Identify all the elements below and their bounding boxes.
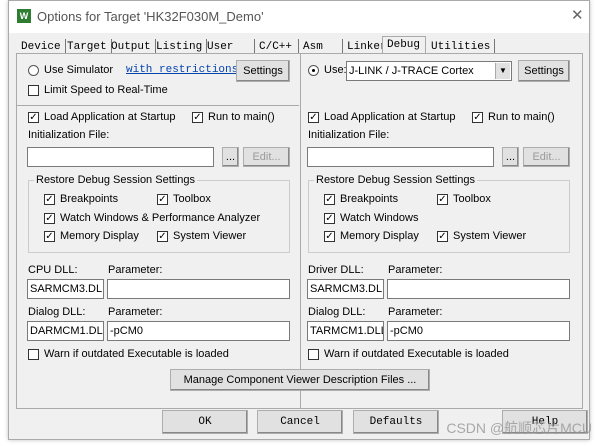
right-breakpoints-label: Breakpoints bbox=[340, 193, 399, 205]
warn-outdated-checkbox[interactable] bbox=[28, 349, 39, 360]
use-label: Use: bbox=[324, 64, 347, 76]
limit-speed-checkbox[interactable] bbox=[28, 85, 39, 96]
run-to-main-checkbox[interactable]: ✓ bbox=[192, 112, 203, 123]
right-memory-display-checkbox[interactable]: ✓ bbox=[324, 231, 335, 242]
use-driver-radio[interactable] bbox=[308, 65, 319, 76]
right-dialog-dll-input[interactable]: TARMCM1.DLL bbox=[307, 321, 384, 341]
system-viewer-label: System Viewer bbox=[173, 230, 247, 242]
breakpoints-checkbox[interactable]: ✓ bbox=[44, 194, 55, 205]
app-icon: W bbox=[17, 9, 31, 23]
breakpoints-label: Breakpoints bbox=[60, 193, 119, 205]
init-file-browse-button[interactable]: ... bbox=[222, 147, 239, 167]
right-watch-windows-checkbox[interactable]: ✓ bbox=[324, 213, 335, 224]
defaults-button[interactable]: Defaults bbox=[353, 410, 439, 434]
right-breakpoints-checkbox[interactable]: ✓ bbox=[324, 194, 335, 205]
load-app-label: Load Application at Startup bbox=[44, 111, 176, 123]
init-file-label: Initialization File: bbox=[28, 129, 110, 141]
right-toolbox-label: Toolbox bbox=[453, 193, 491, 205]
right-memory-display-label: Memory Display bbox=[340, 230, 419, 242]
right-dialog-parameter-label: Parameter: bbox=[388, 306, 443, 318]
right-restore-settings-title: Restore Debug Session Settings bbox=[314, 174, 477, 186]
dialog-dll-label: Dialog DLL: bbox=[28, 306, 86, 318]
right-watch-windows-label: Watch Windows bbox=[340, 212, 419, 224]
right-run-to-main-checkbox[interactable]: ✓ bbox=[472, 112, 483, 123]
right-load-app-checkbox[interactable]: ✓ bbox=[308, 112, 319, 123]
dialog-parameter-input[interactable]: -pCM0 bbox=[107, 321, 290, 341]
cpu-dll-input[interactable]: SARMCM3.DLL bbox=[27, 279, 104, 299]
close-icon[interactable]: ✕ bbox=[571, 6, 584, 24]
dialog-parameter-label: Parameter: bbox=[108, 306, 163, 318]
right-init-file-browse-button[interactable]: ... bbox=[502, 147, 519, 167]
chevron-down-icon[interactable]: ▼ bbox=[495, 63, 510, 79]
init-file-input[interactable] bbox=[27, 147, 214, 167]
memory-display-label: Memory Display bbox=[60, 230, 139, 242]
use-simulator-radio[interactable] bbox=[28, 65, 39, 76]
manage-component-viewer-button[interactable]: Manage Component Viewer Description File… bbox=[170, 369, 430, 391]
init-file-edit-button[interactable]: Edit... bbox=[243, 147, 290, 167]
right-warn-outdated-checkbox[interactable] bbox=[308, 349, 319, 360]
with-restrictions-link[interactable]: with restrictions bbox=[126, 64, 238, 76]
right-toolbox-checkbox[interactable]: ✓ bbox=[437, 194, 448, 205]
driver-parameter-label: Parameter: bbox=[388, 264, 443, 276]
driver-select[interactable]: J-LINK / J-TRACE Cortex ▼ bbox=[346, 61, 512, 81]
right-dialog-parameter-input[interactable]: -pCM0 bbox=[387, 321, 570, 341]
memory-display-checkbox[interactable]: ✓ bbox=[44, 231, 55, 242]
driver-dll-label: Driver DLL: bbox=[308, 264, 364, 276]
window-title: Options for Target 'HK32F030M_Demo' bbox=[37, 9, 264, 24]
driver-parameter-input[interactable] bbox=[387, 279, 570, 299]
toolbox-label: Toolbox bbox=[173, 193, 211, 205]
right-init-file-input[interactable] bbox=[307, 147, 494, 167]
simulator-settings-button[interactable]: Settings bbox=[236, 60, 290, 82]
title-bar: W Options for Target 'HK32F030M_Demo' ✕ bbox=[9, 1, 589, 33]
cpu-dll-label: CPU DLL: bbox=[28, 264, 78, 276]
warn-outdated-label: Warn if outdated Executable is loaded bbox=[44, 348, 229, 360]
right-dialog-dll-label: Dialog DLL: bbox=[308, 306, 366, 318]
watermark: CSDN @航顺芯片MCU bbox=[446, 420, 592, 436]
right-init-file-label: Initialization File: bbox=[308, 129, 390, 141]
system-viewer-checkbox[interactable]: ✓ bbox=[157, 231, 168, 242]
load-app-checkbox[interactable]: ✓ bbox=[28, 112, 39, 123]
right-load-app-label: Load Application at Startup bbox=[324, 111, 456, 123]
dialog-dll-input[interactable]: DARMCM1.DLL bbox=[27, 321, 104, 341]
toolbox-checkbox[interactable]: ✓ bbox=[157, 194, 168, 205]
ok-button[interactable]: OK bbox=[162, 410, 248, 434]
driver-settings-button[interactable]: Settings bbox=[518, 60, 570, 82]
cpu-parameter-label: Parameter: bbox=[108, 264, 163, 276]
column-divider bbox=[300, 54, 301, 408]
right-system-viewer-label: System Viewer bbox=[453, 230, 527, 242]
right-run-to-main-label: Run to main() bbox=[488, 111, 555, 123]
divider bbox=[17, 105, 299, 106]
limit-speed-label: Limit Speed to Real-Time bbox=[44, 84, 168, 96]
cpu-parameter-input[interactable] bbox=[107, 279, 290, 299]
restore-settings-title: Restore Debug Session Settings bbox=[34, 174, 197, 186]
driver-dll-input[interactable]: SARMCM3.DLL bbox=[307, 279, 384, 299]
right-init-file-edit-button[interactable]: Edit... bbox=[523, 147, 570, 167]
use-simulator-label: Use Simulator bbox=[44, 64, 114, 76]
right-warn-outdated-label: Warn if outdated Executable is loaded bbox=[324, 348, 509, 360]
watch-windows-label: Watch Windows & Performance Analyzer bbox=[60, 212, 261, 224]
cancel-button[interactable]: Cancel bbox=[257, 410, 343, 434]
right-system-viewer-checkbox[interactable]: ✓ bbox=[437, 231, 448, 242]
watch-windows-checkbox[interactable]: ✓ bbox=[44, 213, 55, 224]
driver-select-value: J-LINK / J-TRACE Cortex bbox=[349, 65, 474, 77]
run-to-main-label: Run to main() bbox=[208, 111, 275, 123]
